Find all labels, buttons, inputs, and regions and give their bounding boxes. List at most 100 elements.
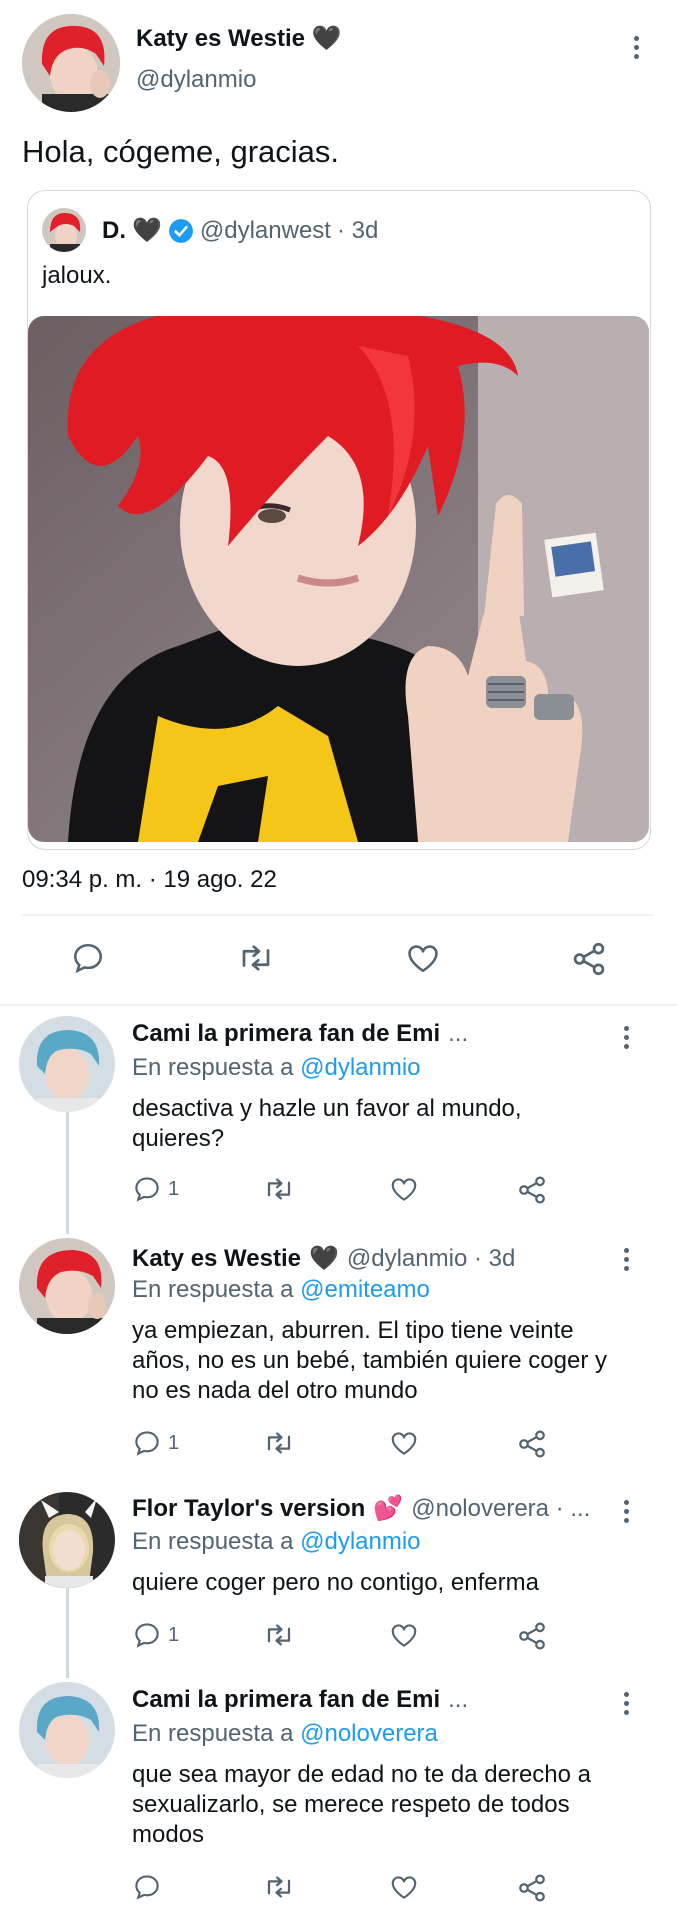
in-reply-to-link[interactable]: @emiteamo [300,1276,430,1303]
more-icon[interactable] [624,1692,629,1715]
reply-header: Cami la primera fan de Emi ... [132,1020,468,1048]
reply-author-name[interactable]: Flor Taylor's version [132,1495,365,1523]
reply-context: En respuesta a @emiteamo [132,1276,430,1304]
more-icon[interactable] [624,1500,629,1523]
thread-line [66,1112,69,1234]
share-icon [516,1620,548,1652]
hearts-emoji-icon: 💕 [373,1495,404,1522]
divider [0,1004,677,1006]
reply-header: Katy es Westie 🖤 @dylanmio · 3d [132,1244,515,1273]
quoted-tweet-age: · 3d [336,216,379,244]
in-reply-to-label: En respuesta a [132,1720,294,1747]
quoted-author-avatar [42,208,86,252]
reply-author-handle[interactable]: ... [448,1686,468,1714]
more-icon[interactable] [624,1248,629,1271]
like-button[interactable] [388,1174,420,1204]
share-icon [570,940,608,978]
main-tweet-timestamp[interactable]: 09:34 p. m. · 19 ago. 22 [22,866,277,894]
reply-button[interactable] [132,1872,168,1902]
main-author-handle[interactable]: @dylanmio [136,66,256,94]
verified-icon [168,218,194,244]
reply-header: Cami la primera fan de Emi ... [132,1686,468,1714]
in-reply-to-label: En respuesta a [132,1054,294,1081]
heart-emoji-icon: 🖤 [308,1245,339,1272]
reply-count: 1 [168,1431,180,1454]
main-like-button[interactable] [404,940,442,976]
like-icon [388,1872,420,1902]
retweet-icon [262,1428,296,1458]
quoted-header: D. 🖤 @dylanwest · 3d [102,216,378,245]
in-reply-to-label: En respuesta a [132,1528,294,1555]
in-reply-to-link[interactable]: @noloverera [300,1720,438,1747]
retweet-icon [262,1620,296,1650]
main-author-name-row[interactable]: Katy es Westie 🖤 [136,24,342,53]
quoted-tweet-photo[interactable] [28,316,649,842]
like-button[interactable] [388,1620,420,1650]
reply-author-handle[interactable]: @dylanmio · 3d [347,1245,515,1273]
retweet-button[interactable] [262,1428,296,1458]
reply-count: 1 [168,1623,180,1646]
reply-text: ya empiezan, aburren. El tipo tiene vein… [132,1317,607,1404]
share-icon [516,1174,548,1206]
quoted-tweet-text: jaloux. [42,262,112,289]
reply-text: desactiva y hazle un favor al mundo, qui… [132,1095,522,1152]
in-reply-to-link[interactable]: @dylanmio [300,1528,420,1555]
share-button[interactable] [516,1174,548,1206]
reply-header: Flor Taylor's version 💕 @noloverera · ..… [132,1494,590,1523]
reply-context: En respuesta a @dylanmio [132,1528,421,1556]
retweet-icon [262,1174,296,1204]
reply-author-avatar[interactable] [19,1492,115,1588]
reply-button[interactable]: 1 [132,1620,179,1650]
like-button[interactable] [388,1872,420,1902]
reply-button[interactable]: 1 [132,1174,179,1204]
more-icon[interactable] [634,36,639,59]
heart-emoji-icon: 🖤 [311,25,342,52]
share-icon [516,1872,548,1904]
main-retweet-button[interactable] [236,940,276,976]
reply-author-name[interactable]: Cami la primera fan de Emi [132,1020,440,1048]
divider [22,914,654,916]
reply-icon [132,1872,162,1902]
main-reply-button[interactable] [70,940,106,976]
reply-text: que sea mayor de edad no te da derecho a… [132,1761,591,1848]
retweet-button[interactable] [262,1620,296,1650]
reply-icon [132,1428,162,1458]
reply-author-name[interactable]: Katy es Westie [132,1245,301,1273]
reply-context: En respuesta a @noloverera [132,1720,438,1748]
quoted-author-handle: @dylanwest [199,216,331,244]
retweet-icon [236,940,276,976]
in-reply-to-label: En respuesta a [132,1276,294,1303]
quoted-author-name: D. [102,216,126,244]
main-tweet-text: Hola, cógeme, gracias. [22,134,340,169]
like-icon [388,1428,420,1458]
like-button[interactable] [388,1428,420,1458]
like-icon [388,1174,420,1204]
reply-author-handle[interactable]: @noloverera · ... [411,1495,590,1523]
thread-line [66,1588,69,1678]
retweet-button[interactable] [262,1174,296,1204]
in-reply-to-link[interactable]: @dylanmio [300,1054,420,1081]
heart-emoji-icon: 🖤 [132,217,162,244]
share-button[interactable] [516,1620,548,1652]
main-author-avatar[interactable] [22,14,120,112]
main-share-button[interactable] [570,940,608,978]
reply-author-avatar[interactable] [19,1016,115,1112]
reply-text: quiere coger pero no contigo, enferma [132,1569,539,1596]
like-icon [404,940,442,976]
like-icon [388,1620,420,1650]
share-button[interactable] [516,1428,548,1460]
reply-author-avatar[interactable] [19,1238,115,1334]
reply-author-name[interactable]: Cami la primera fan de Emi [132,1686,440,1714]
reply-icon [70,940,106,976]
reply-icon [132,1174,162,1204]
retweet-icon [262,1872,296,1902]
more-icon[interactable] [624,1026,629,1049]
reply-author-handle[interactable]: ... [448,1020,468,1048]
share-button[interactable] [516,1872,548,1904]
reply-author-avatar[interactable] [19,1682,115,1778]
retweet-button[interactable] [262,1872,296,1902]
reply-icon [132,1620,162,1650]
reply-count: 1 [168,1177,180,1200]
main-author-name[interactable]: Katy es Westie [136,25,305,52]
reply-button[interactable]: 1 [132,1428,179,1458]
